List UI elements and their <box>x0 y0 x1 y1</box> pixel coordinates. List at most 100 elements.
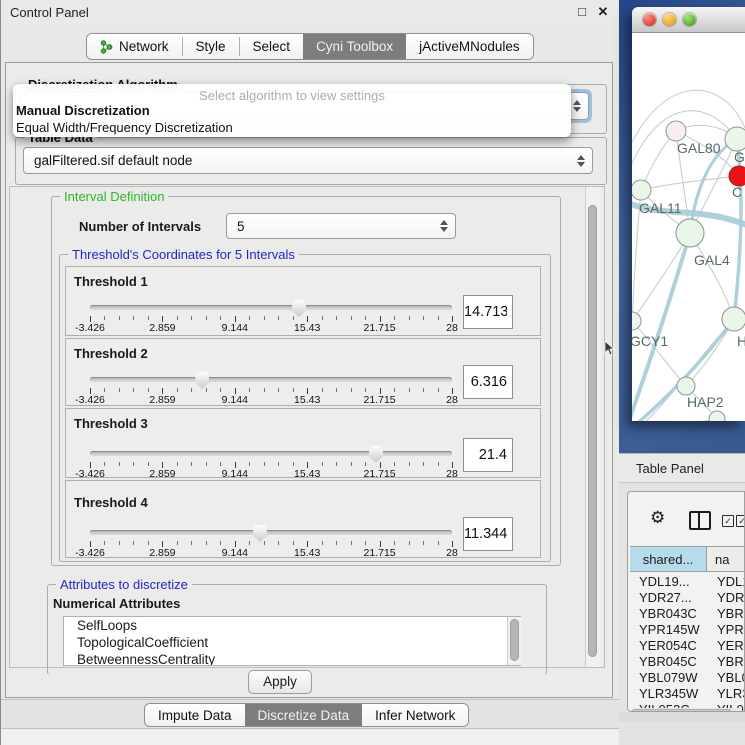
dropdown-option-equal-width-frequency[interactable]: Equal Width/Frequency Discretization <box>16 120 233 135</box>
slider-track[interactable] <box>90 451 452 456</box>
number-of-intervals-combobox[interactable]: 5 <box>226 213 456 239</box>
list-item[interactable]: BetweennessCentrality <box>64 651 520 666</box>
tab-cyni-toolbox[interactable]: Cyni Toolbox <box>303 34 406 59</box>
table-row[interactable]: YDL19...YDL1 <box>630 574 745 590</box>
checkbox-icon[interactable]: ✓ <box>722 515 734 527</box>
node-label: GA <box>734 149 745 165</box>
tick-mark <box>104 316 105 320</box>
split-columns-icon[interactable] <box>689 511 711 530</box>
tick-mark <box>278 462 279 466</box>
slider-thumb[interactable] <box>369 446 383 463</box>
table-row[interactable]: YBR043CYBR0 <box>630 606 745 622</box>
threshold-3-slider[interactable]: -3.4262.8599.14415.4321.71528 <box>90 446 452 480</box>
tick-mark <box>438 541 439 545</box>
tick-mark <box>104 462 105 466</box>
attributes-list-scrollbar[interactable] <box>507 617 521 665</box>
table-row[interactable]: YBL079WYBL0 <box>630 670 745 686</box>
tab-impute-data[interactable]: Impute Data <box>145 704 245 726</box>
slider-thumb[interactable] <box>195 372 209 389</box>
network-window-titlebar[interactable] <box>632 7 745 33</box>
table-row[interactable]: YPR145WYPR1 <box>630 622 745 638</box>
list-item[interactable]: TopologicalCoefficient <box>64 634 520 651</box>
tab-label: Impute Data <box>158 708 232 723</box>
node-gcy1[interactable] <box>632 312 641 330</box>
tick-mark <box>119 316 120 320</box>
tick-mark <box>133 462 134 466</box>
tick-mark <box>220 388 221 392</box>
node-gal80[interactable] <box>666 121 686 141</box>
table-panel-title: Table Panel <box>636 461 704 476</box>
table-row[interactable]: YDR27...YDR2 <box>630 590 745 606</box>
tick-label: 15.43 <box>294 322 320 334</box>
tab-select[interactable]: Select <box>240 34 304 59</box>
close-icon[interactable]: ✕ <box>595 4 611 20</box>
numerical-attributes-list[interactable]: SelfLoops TopologicalCoefficient Between… <box>63 616 521 666</box>
table-row[interactable]: YER054CYER0 <box>630 638 745 654</box>
tick-mark <box>365 316 366 320</box>
threshold-4-value-field[interactable] <box>463 517 513 551</box>
tab-jactivemnodules[interactable]: jActiveMNodules <box>406 34 533 59</box>
dropdown-option-manual-discretization[interactable]: Manual Discretization <box>16 103 150 118</box>
tick-mark <box>264 388 265 392</box>
tick-mark <box>365 462 366 466</box>
network-view-window[interactable]: GAL80 GA C GAL11 GAL4 GCY1 H HAP2 <box>632 7 745 421</box>
table-data-combobox[interactable]: galFiltered.sif default node <box>23 147 593 174</box>
tick-mark <box>423 462 424 466</box>
tick-label: 2.859 <box>149 547 175 559</box>
list-item[interactable]: SelfLoops <box>64 617 520 634</box>
slider-track[interactable] <box>90 377 452 382</box>
node-gal4[interactable] <box>676 219 704 247</box>
settings-scrollbar[interactable] <box>585 187 601 667</box>
tick-mark <box>423 316 424 320</box>
tick-mark <box>365 388 366 392</box>
tab-label: Infer Network <box>375 708 455 723</box>
apply-button[interactable]: Apply <box>248 670 312 694</box>
close-traffic-light-icon[interactable] <box>643 13 656 26</box>
tick-mark <box>177 388 178 392</box>
tick-mark <box>177 462 178 466</box>
column-header-shared-name[interactable]: shared... <box>630 546 707 572</box>
float-window-icon[interactable]: □ <box>574 4 590 20</box>
scrollbar-thumb[interactable] <box>588 205 597 657</box>
tab-label: Style <box>196 39 226 54</box>
tab-style[interactable]: Style <box>183 34 239 59</box>
tick-mark <box>119 541 120 545</box>
zoom-traffic-light-icon[interactable] <box>683 13 696 26</box>
slider-track[interactable] <box>90 530 452 535</box>
threshold-4-slider[interactable]: -3.4262.8599.14415.4321.71528 <box>90 525 452 559</box>
table-row[interactable]: YLR345WYLR3 <box>630 686 745 702</box>
tab-discretize-data[interactable]: Discretize Data <box>245 704 363 726</box>
threshold-1-value-field[interactable] <box>463 295 513 329</box>
threshold-3-value-field[interactable] <box>463 438 513 472</box>
control-panel: Control Panel □ ✕ Network <box>0 0 619 745</box>
minimize-traffic-light-icon[interactable] <box>663 13 676 26</box>
tick-mark <box>423 541 424 545</box>
threshold-2-slider[interactable]: -3.4262.8599.14415.4321.71528 <box>90 372 452 406</box>
scrollbar-thumb[interactable] <box>510 619 519 661</box>
tick-label: 28 <box>446 547 458 559</box>
node-ga[interactable] <box>725 127 745 151</box>
node-hap2[interactable] <box>677 377 695 395</box>
table-row[interactable]: YBR045CYBR0 <box>630 654 745 670</box>
node-h[interactable] <box>722 307 745 331</box>
checkbox-icon[interactable]: ✓ <box>736 515 745 527</box>
algorithm-dropdown-popup: Select algorithm to view settings Manual… <box>13 84 571 137</box>
tick-mark <box>336 462 337 466</box>
slider-thumb[interactable] <box>292 300 306 317</box>
node-red-selected[interactable] <box>729 166 745 186</box>
tick-mark <box>322 388 323 392</box>
tick-mark <box>206 541 207 545</box>
tick-mark <box>293 462 294 466</box>
gear-icon[interactable]: ⚙ <box>650 508 665 528</box>
column-header-name[interactable]: na <box>707 546 745 572</box>
tab-infer-network[interactable]: Infer Network <box>362 704 468 726</box>
threshold-4-panel: Threshold 4 -3.4262.8599.14415.4321.7152… <box>65 480 541 558</box>
slider-track[interactable] <box>90 305 452 310</box>
slider-thumb[interactable] <box>253 525 267 542</box>
network-canvas[interactable]: GAL80 GA C GAL11 GAL4 GCY1 H HAP2 <box>632 33 745 421</box>
threshold-2-value-field[interactable] <box>463 365 513 399</box>
tab-network[interactable]: Network <box>87 34 182 59</box>
threshold-1-slider[interactable]: -3.4262.8599.14415.4321.71528 <box>90 300 452 334</box>
node-gal11[interactable] <box>632 180 651 200</box>
tick-mark <box>278 388 279 392</box>
